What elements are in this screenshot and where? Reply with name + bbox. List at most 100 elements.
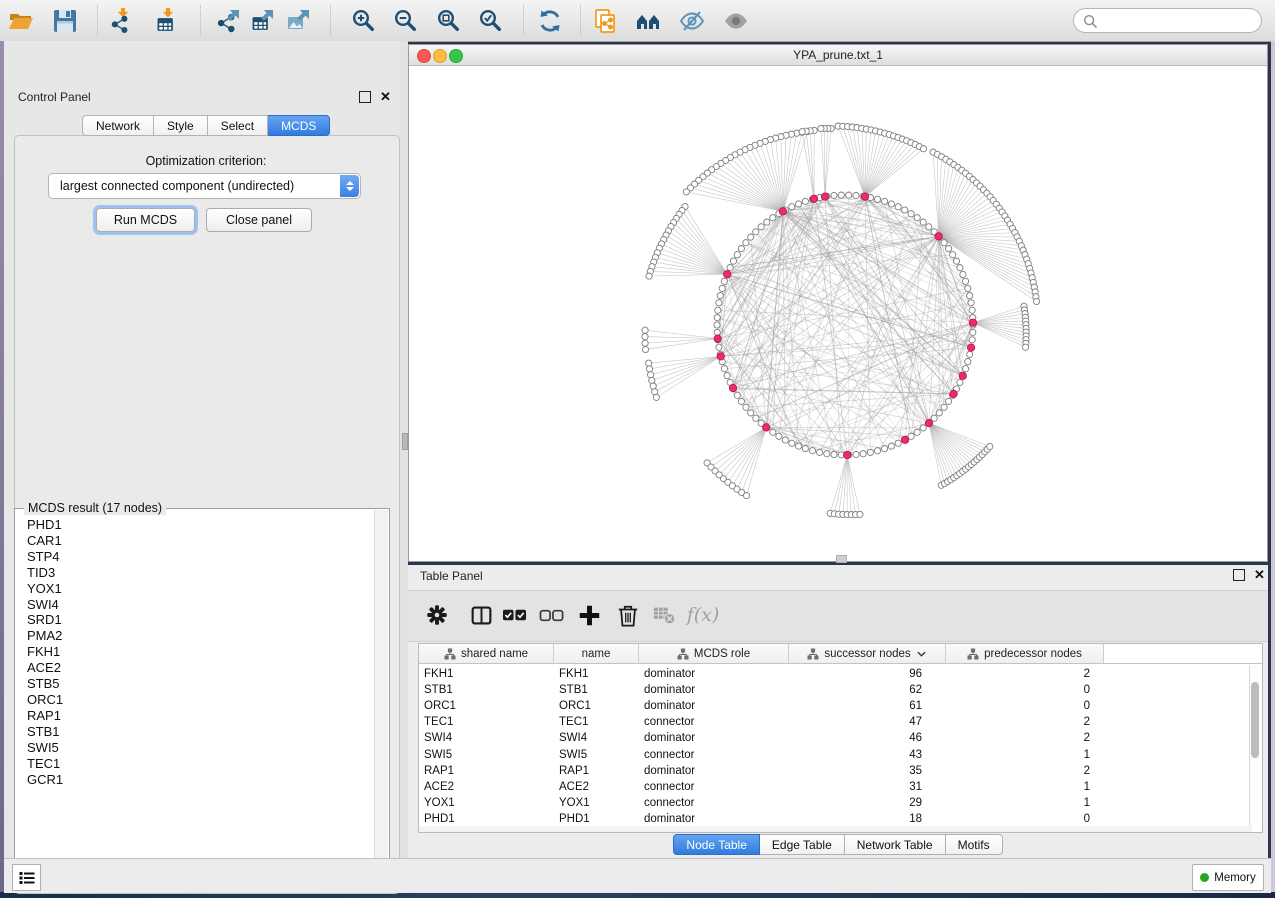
clear-selection-icon[interactable] xyxy=(535,601,569,629)
close-table-panel-icon[interactable]: ✕ xyxy=(1254,570,1265,580)
mcds-result-item[interactable]: SRD1 xyxy=(16,612,374,628)
table-cell[interactable]: 46 xyxy=(789,730,946,746)
table-cell[interactable]: dominator xyxy=(639,763,783,779)
table-cell[interactable]: SWI5 xyxy=(554,747,632,763)
tab-edge-table[interactable]: Edge Table xyxy=(760,834,845,855)
table-cell[interactable]: connector xyxy=(639,779,783,795)
table-cell[interactable]: 1 xyxy=(946,747,1104,763)
table-scrollbar[interactable] xyxy=(1249,665,1261,827)
table-cell[interactable]: SWI4 xyxy=(554,730,632,746)
table-cell[interactable]: 0 xyxy=(946,811,1104,827)
table-cell[interactable]: connector xyxy=(639,714,783,730)
table-cell[interactable]: RAP1 xyxy=(419,763,547,779)
import-network-icon[interactable] xyxy=(105,7,137,35)
table-cell[interactable]: dominator xyxy=(639,666,783,682)
search-input[interactable] xyxy=(1098,13,1252,29)
table-cell[interactable]: 62 xyxy=(789,682,946,698)
table-cell[interactable]: 1 xyxy=(946,795,1104,811)
import-table-icon[interactable] xyxy=(149,7,181,35)
table-cell[interactable]: ACE2 xyxy=(554,779,632,795)
export-table-icon[interactable] xyxy=(247,7,279,35)
mcds-result-item[interactable]: STP4 xyxy=(16,549,374,565)
table-hscrollbar[interactable] xyxy=(419,826,1252,832)
table-cell[interactable]: FKH1 xyxy=(419,666,547,682)
table-cell[interactable]: dominator xyxy=(639,811,783,827)
table-scrollbar-thumb[interactable] xyxy=(1251,682,1259,758)
tab-network[interactable]: Network xyxy=(82,115,154,136)
mcds-list-scrollbar[interactable] xyxy=(374,510,388,879)
table-cell[interactable]: ORC1 xyxy=(554,698,632,714)
table-cell[interactable]: FKH1 xyxy=(554,666,632,682)
table-cell[interactable]: 43 xyxy=(789,747,946,763)
mcds-result-item[interactable]: GCR1 xyxy=(16,772,374,788)
delete-icon[interactable] xyxy=(611,601,645,629)
float-table-panel-icon[interactable] xyxy=(1233,569,1245,581)
search-box[interactable] xyxy=(1073,8,1262,33)
mcds-result-list[interactable]: PHD1CAR1STP4TID3YOX1SWI4SRD1PMA2FKH1ACE2… xyxy=(16,517,374,872)
table-cell[interactable]: ACE2 xyxy=(419,779,547,795)
table-cell[interactable]: 2 xyxy=(946,763,1104,779)
mcds-result-item[interactable]: YOX1 xyxy=(16,581,374,597)
table-cell[interactable]: 47 xyxy=(789,714,946,730)
zoom-fit-icon[interactable] xyxy=(433,7,465,35)
mcds-result-item[interactable]: FKH1 xyxy=(16,644,374,660)
mcds-result-item[interactable]: RAP1 xyxy=(16,708,374,724)
criterion-dropdown[interactable]: largest connected component (undirected) xyxy=(48,173,361,199)
add-icon[interactable] xyxy=(572,601,606,629)
table-cell[interactable]: STB1 xyxy=(419,682,547,698)
table-cell[interactable]: SWI5 xyxy=(419,747,547,763)
table-cell[interactable]: STB1 xyxy=(554,682,632,698)
table-cell[interactable]: connector xyxy=(639,795,783,811)
mcds-result-item[interactable]: TEC1 xyxy=(16,756,374,772)
open-folder-icon[interactable] xyxy=(5,7,37,35)
mcds-result-item[interactable]: TID3 xyxy=(16,565,374,581)
table-cell[interactable]: dominator xyxy=(639,730,783,746)
table-cell[interactable]: 0 xyxy=(946,698,1104,714)
table-cell[interactable]: connector xyxy=(639,747,783,763)
column-header-predecessor-nodes[interactable]: predecessor nodes xyxy=(946,644,1104,664)
zoom-out-icon[interactable] xyxy=(390,7,422,35)
float-panel-icon[interactable] xyxy=(359,91,371,103)
mcds-result-item[interactable]: SWI5 xyxy=(16,740,374,756)
column-header-name[interactable]: name xyxy=(554,644,639,664)
table-cell[interactable]: 29 xyxy=(789,795,946,811)
mcds-result-item[interactable]: STB1 xyxy=(16,724,374,740)
refresh-layout-icon[interactable] xyxy=(534,7,566,35)
mcds-result-item[interactable]: SWI4 xyxy=(16,597,374,613)
tab-mcds[interactable]: MCDS xyxy=(268,115,330,136)
column-header-shared-name[interactable]: shared name xyxy=(419,644,554,664)
table-cell[interactable]: RAP1 xyxy=(554,763,632,779)
vertical-splitter[interactable] xyxy=(400,41,408,860)
column-header-successor-nodes[interactable]: successor nodes xyxy=(789,644,946,664)
tab-select[interactable]: Select xyxy=(208,115,268,136)
mcds-result-item[interactable]: ACE2 xyxy=(16,660,374,676)
mcds-result-item[interactable]: PMA2 xyxy=(16,628,374,644)
table-cell[interactable]: 61 xyxy=(789,698,946,714)
table-cell[interactable]: PHD1 xyxy=(554,811,632,827)
tab-network-table[interactable]: Network Table xyxy=(845,834,946,855)
table-cell[interactable]: 2 xyxy=(946,666,1104,682)
column-header-MCDS-role[interactable]: MCDS role xyxy=(639,644,789,664)
close-panel-button[interactable]: Close panel xyxy=(206,208,312,232)
table-settings-icon[interactable] xyxy=(420,601,454,629)
export-image-icon[interactable] xyxy=(283,7,315,35)
mcds-result-item[interactable]: PHD1 xyxy=(16,517,374,533)
table-cell[interactable]: 2 xyxy=(946,730,1104,746)
table-cell[interactable]: YOX1 xyxy=(554,795,632,811)
table-cell[interactable]: YOX1 xyxy=(419,795,547,811)
tab-node-table[interactable]: Node Table xyxy=(673,834,760,855)
table-cell[interactable]: TEC1 xyxy=(554,714,632,730)
horizontal-splitter-handle[interactable] xyxy=(836,555,847,563)
table-cell[interactable]: 35 xyxy=(789,763,946,779)
table-cell[interactable]: 1 xyxy=(946,779,1104,795)
table-cell[interactable]: dominator xyxy=(639,682,783,698)
close-panel-icon[interactable]: ✕ xyxy=(380,92,391,102)
zoom-selected-icon[interactable] xyxy=(475,7,507,35)
run-mcds-button[interactable]: Run MCDS xyxy=(96,208,195,232)
hide-details-icon[interactable] xyxy=(676,7,708,35)
network-overview-icon[interactable] xyxy=(633,7,665,35)
mcds-result-item[interactable]: CAR1 xyxy=(16,533,374,549)
task-history-button[interactable] xyxy=(12,864,41,891)
tab-style[interactable]: Style xyxy=(154,115,208,136)
show-columns-icon[interactable] xyxy=(464,601,498,629)
